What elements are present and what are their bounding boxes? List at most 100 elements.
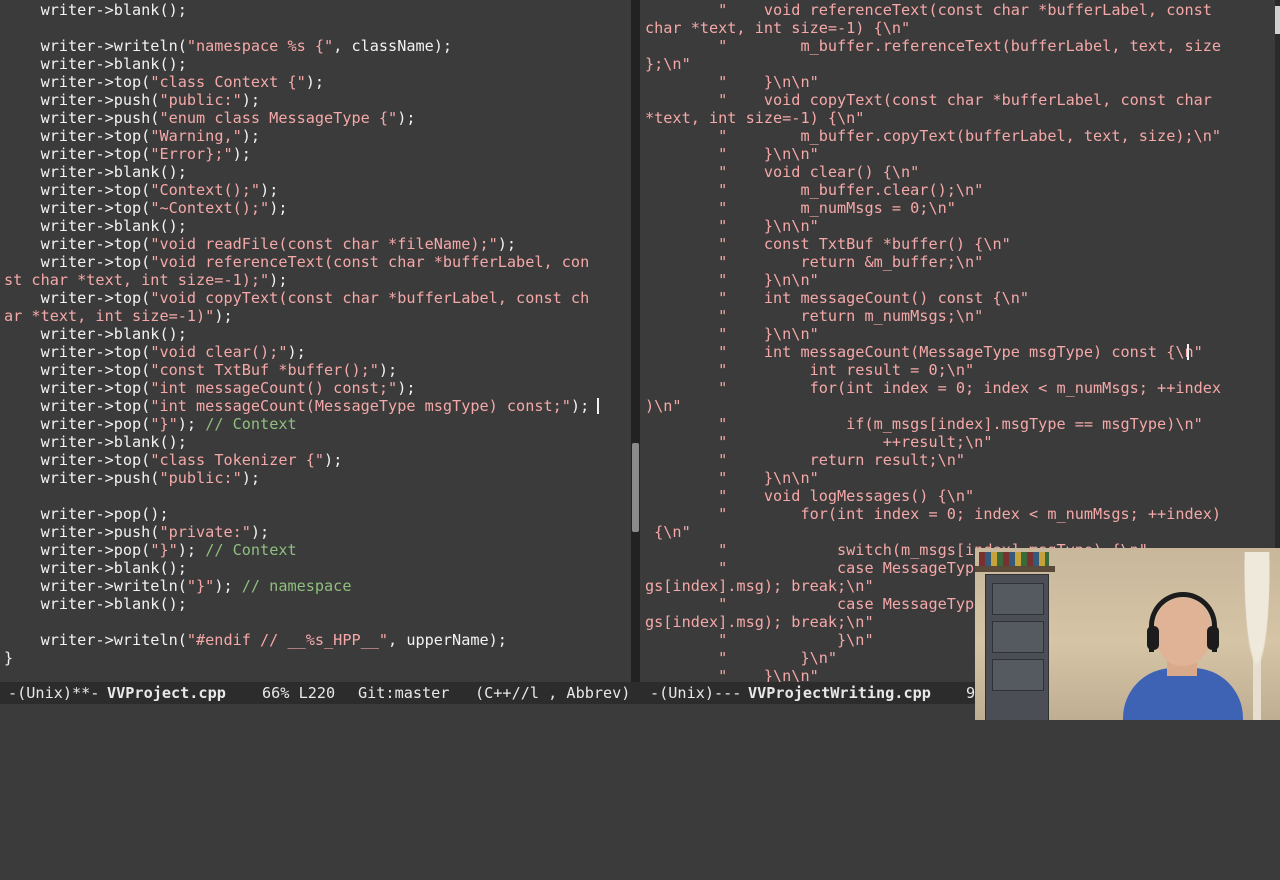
code-text: writer->top( [4,361,151,379]
code-line[interactable]: writer->top("class Tokenizer {"); [4,451,343,469]
code-line[interactable]: char *text, int size=-1) {\n" [645,19,910,37]
code-line[interactable]: " m_buffer.copyText(bufferLabel, text, s… [645,127,1221,145]
code-line[interactable]: writer->top("void readFile(const char *f… [4,235,517,253]
code-line[interactable]: " m_numMsgs = 0;\n" [645,199,956,217]
code-line[interactable]: {\n" [645,523,691,541]
code-line[interactable]: " ++result;\n" [645,433,992,451]
code-string: " }\n" [645,649,838,667]
code-line[interactable]: " for(int index = 0; index < m_numMsgs; … [645,505,1221,523]
code-line[interactable]: " }\n\n" [645,325,819,343]
code-string: "void referenceText(const char *bufferLa… [150,253,590,271]
code-line[interactable]: writer->top("void copyText(const char *b… [4,289,590,307]
code-line[interactable]: writer->blank(); [4,217,187,235]
code-line[interactable]: " const TxtBuf *buffer() {\n" [645,235,1011,253]
code-line[interactable]: writer->blank(); [4,55,187,73]
code-line[interactable]: writer->top("const TxtBuf *buffer();"); [4,361,398,379]
code-line[interactable]: " }\n" [645,631,873,649]
code-line[interactable]: " int messageCount() const {\n" [645,289,1029,307]
code-line[interactable]: writer->blank(); [4,433,187,451]
code-line[interactable]: writer->writeln("#endif // __%s_HPP__", … [4,631,507,649]
code-line[interactable]: writer->top("~Context();"); [4,199,288,217]
code-line[interactable]: " return m_numMsgs;\n" [645,307,983,325]
code-line[interactable]: writer->blank(); [4,559,187,577]
code-line[interactable]: writer->blank(); [4,1,187,19]
code-line[interactable]: writer->push("private:"); [4,523,270,541]
webcam-drawer [992,583,1044,615]
code-line[interactable]: writer->blank(); [4,325,187,343]
code-line[interactable]: } [4,649,13,667]
code-line[interactable]: writer->pop(); [4,505,169,523]
code-line[interactable]: writer->pop("}"); // Context [4,415,297,433]
code-line[interactable]: " }\n" [645,649,837,667]
right-buffer-name[interactable]: VVProjectWriting.cpp [748,682,931,704]
code-line[interactable]: writer->top("int messageCount(MessageTyp… [4,397,590,415]
code-line[interactable]: " case MessageType [645,559,983,577]
code-line[interactable]: writer->push("enum class MessageType {")… [4,109,416,127]
code-string: " m_buffer.referenceText(bufferLabel, te… [645,37,1222,55]
code-line[interactable]: " void referenceText(const char *bufferL… [645,1,1212,19]
code-line[interactable]: )\n" [645,397,682,415]
code-line[interactable]: " m_buffer.clear();\n" [645,181,983,199]
left-buffer-name[interactable]: VVProject.cpp [107,682,226,704]
code-line[interactable]: *text, int size=-1) {\n" [645,109,864,127]
code-line[interactable]: " }\n\n" [645,217,819,235]
code-line[interactable]: " return result;\n" [645,451,965,469]
code-line[interactable]: ar *text, int size=-1)"); [4,307,233,325]
right-scrollbar-thumb[interactable] [1275,6,1280,34]
code-line[interactable]: writer->top("int messageCount() const;")… [4,379,416,397]
code-text: writer->blank(); [4,1,187,19]
code-line[interactable]: " int result = 0;\n" [645,361,974,379]
code-line[interactable]: };\n" [645,55,691,73]
code-text: ); [378,361,398,379]
code-line[interactable]: " if(m_msgs[index].msgType == msgType)\n… [645,415,1203,433]
code-line[interactable]: " void logMessages() {\n" [645,487,974,505]
code-line[interactable]: writer->push("public:"); [4,469,260,487]
code-line[interactable]: " int messageCount(MessageType msgType) … [645,343,1203,361]
code-line[interactable]: " m_buffer.referenceText(bufferLabel, te… [645,37,1221,55]
code-line[interactable]: writer->top("Warning,"); [4,127,260,145]
code-line[interactable]: " void clear() {\n" [645,163,919,181]
code-line[interactable]: " }\n\n" [645,667,819,682]
code-line[interactable]: " }\n\n" [645,469,819,487]
code-string: "namespace %s {" [186,37,334,55]
code-string: "}" [186,577,215,595]
code-line[interactable]: gs[index].msg); break;\n" [645,577,874,595]
code-line[interactable]: writer->top("void referenceText(const ch… [4,253,590,271]
code-line[interactable]: writer->top("class Context {"); [4,73,325,91]
code-line[interactable]: writer->writeln("}"); // namespace [4,577,352,595]
editor-pane-left[interactable]: writer->blank(); writer->writeln("namesp… [0,0,630,682]
code-line[interactable]: " case MessageType [645,595,983,613]
code-comment: // Context [205,541,297,559]
code-line[interactable]: writer->top("Error};"); [4,145,251,163]
code-string: " return m_numMsgs;\n" [645,307,984,325]
code-text: ); [324,451,343,469]
code-line[interactable]: " for(int index = 0; index < m_numMsgs; … [645,379,1221,397]
code-line[interactable]: " }\n\n" [645,145,819,163]
code-line[interactable]: gs[index].msg); break;\n" [645,613,874,631]
code-line[interactable]: writer->blank(); [4,595,187,613]
code-text: ); [214,577,242,595]
code-text: writer->top( [4,235,151,253]
code-line[interactable]: writer->top("void clear();"); [4,343,306,361]
code-line[interactable]: " void copyText(const char *bufferLabel,… [645,91,1212,109]
code-line[interactable]: writer->top("Context();"); [4,181,279,199]
code-text: writer->push( [4,91,160,109]
code-line[interactable]: writer->push("public:"); [4,91,260,109]
code-text: writer->top( [4,451,151,469]
headset-earcup-left [1147,626,1159,650]
code-line[interactable]: writer->writeln("namespace %s {", classN… [4,37,453,55]
code-text: ); [287,343,306,361]
left-major-mode[interactable]: (C++//l , Abbrev) [475,682,630,704]
right-position-truncated: 9 [966,684,976,702]
code-string: "enum class MessageType {" [159,109,398,127]
code-line[interactable]: writer->pop("}"); // Context [4,541,297,559]
code-string: " }\n\n" [645,73,819,91]
code-line[interactable]: " }\n\n" [645,271,819,289]
left-vcs-branch[interactable]: Git:master [358,682,449,704]
code-line[interactable]: " }\n\n" [645,73,819,91]
code-line[interactable]: " return &m_buffer;\n" [645,253,983,271]
scrollbar-thumb[interactable] [632,443,639,532]
code-line[interactable]: st char *text, int size=-1);"); [4,271,287,289]
code-line[interactable]: writer->blank(); [4,163,187,181]
vertical-scrollbar[interactable] [631,0,640,682]
